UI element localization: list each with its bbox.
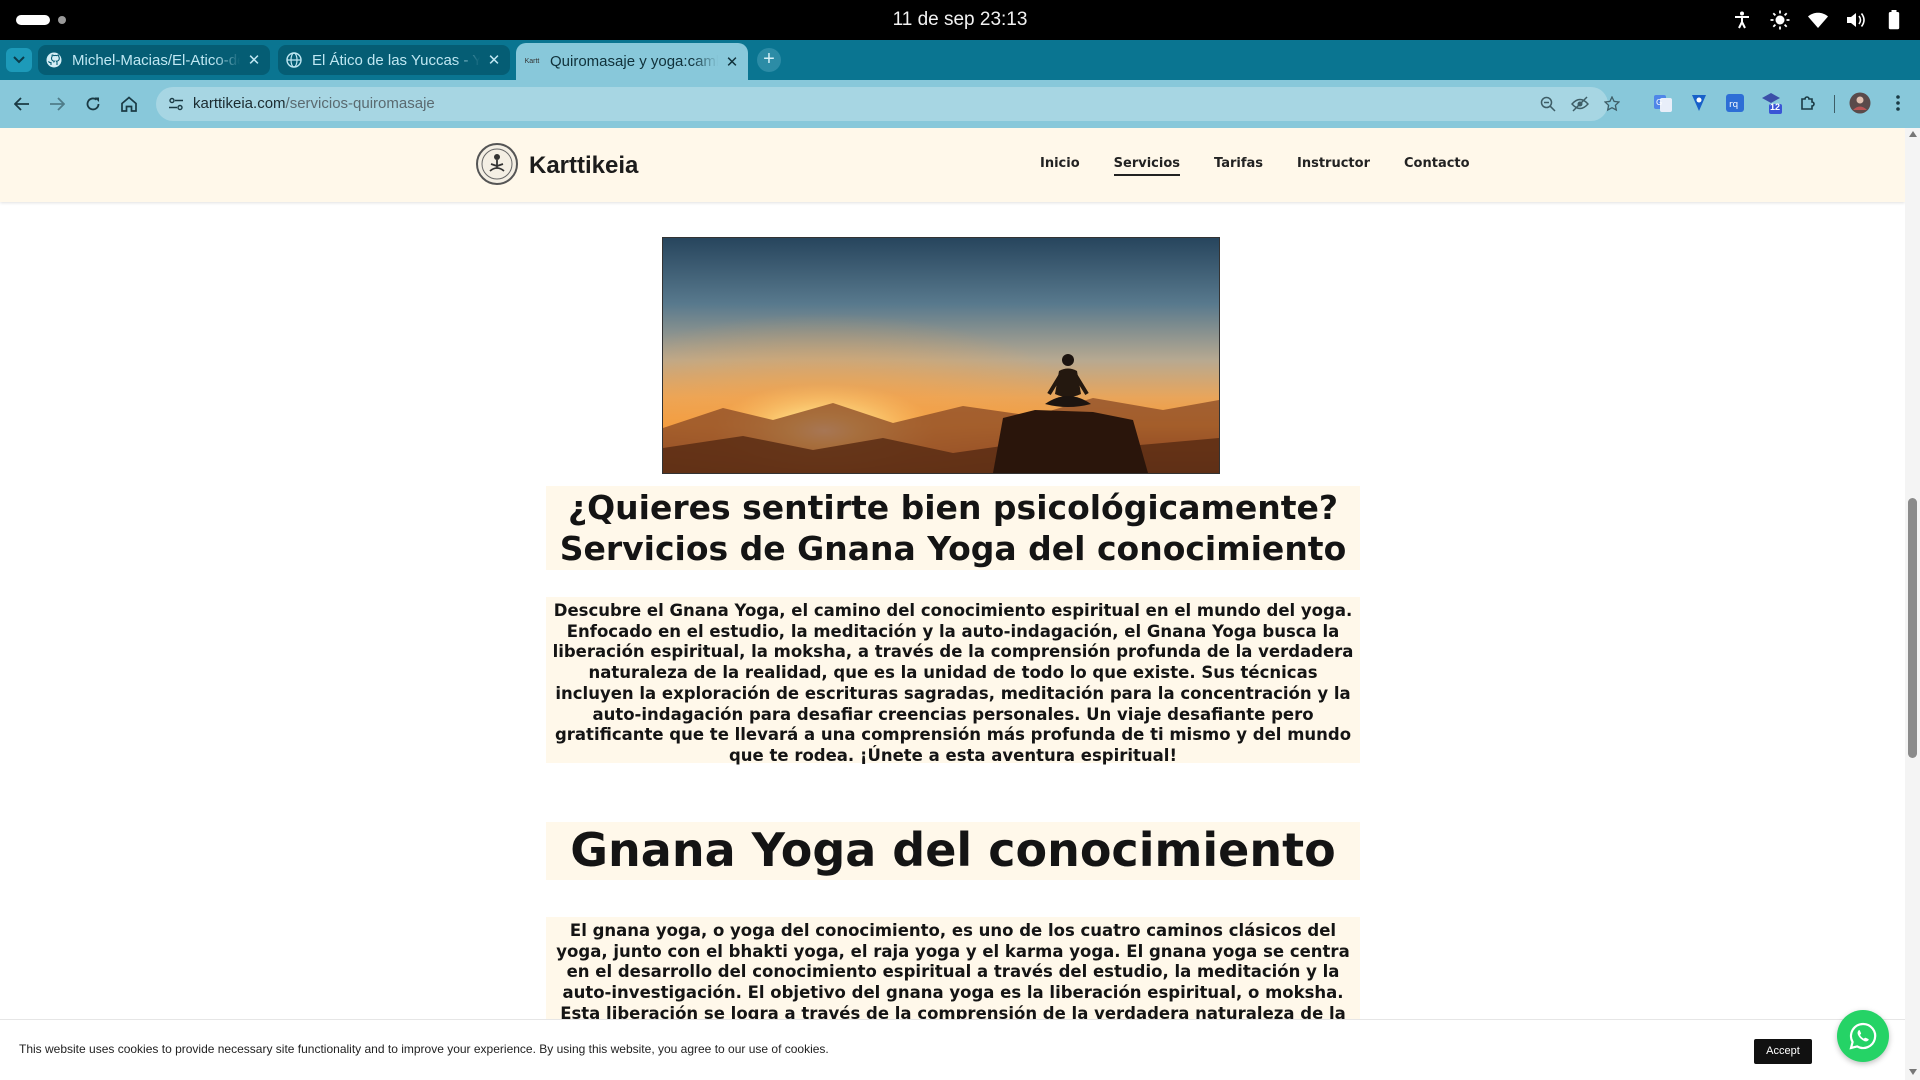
intro-paragraph: Descubre el Gnana Yoga, el camino del co… [546, 597, 1360, 765]
url-text[interactable]: karttikeia.com/servicios-quiromasaje [193, 95, 435, 112]
svg-text:rq: rq [1729, 100, 1738, 110]
bookmark-star-icon[interactable] [1602, 94, 1622, 114]
cookie-text: This website uses cookies to provide nec… [19, 1042, 829, 1056]
karttikeia-favicon: Kartt [524, 58, 540, 65]
github-icon [46, 52, 62, 68]
scrollbar-thumb[interactable] [1908, 498, 1917, 758]
nav-tarifas[interactable]: Tarifas [1214, 156, 1263, 176]
tab-title: Michel-Macias/El-Atico-de-las-Yuccas [72, 51, 240, 69]
svg-text:G: G [1656, 98, 1662, 107]
scroll-up-arrow-icon[interactable] [1909, 131, 1917, 137]
profile-avatar[interactable] [1849, 92, 1871, 114]
extension-with-badge-icon[interactable]: 12 [1760, 92, 1782, 114]
scroll-down-arrow-icon[interactable] [1909, 1069, 1917, 1075]
home-icon[interactable] [117, 92, 141, 116]
tab-title: El Ático de las Yuccas - Yoga [312, 51, 480, 69]
back-icon[interactable] [10, 92, 34, 116]
extensions-puzzle-icon[interactable] [1797, 92, 1819, 114]
site-header: Karttikeia Inicio Servicios Tarifas Inst… [0, 128, 1905, 202]
chrome-menu-icon[interactable] [1887, 92, 1909, 114]
tab-title: Quiromasaje y yoga:cambia tu vida [550, 53, 718, 70]
system-tray[interactable] [1730, 8, 1906, 32]
site-settings-icon[interactable] [166, 94, 186, 114]
services-heading: ¿Quieres sentirte bien psicológicamente?… [546, 486, 1360, 570]
globe-icon [286, 52, 302, 68]
wifi-icon[interactable] [1806, 8, 1830, 32]
volume-icon[interactable] [1844, 8, 1868, 32]
close-tab-icon[interactable]: ✕ [486, 51, 502, 69]
site-brand[interactable]: Karttikeia [529, 152, 638, 180]
tab-github[interactable]: Michel-Macias/El-Atico-de-las-Yuccas ✕ [38, 45, 270, 75]
url-path: /servicios-quiromasaje [285, 95, 435, 112]
extension-badge: 12 [1770, 102, 1781, 112]
close-tab-icon[interactable]: ✕ [246, 51, 262, 69]
page-scrollbar[interactable] [1905, 128, 1920, 1080]
clock[interactable]: 11 de sep 23:13 [0, 9, 1920, 31]
url-host: karttikeia.com [193, 95, 286, 112]
site-logo[interactable] [476, 143, 518, 185]
translate-extension-icon[interactable]: G [1652, 92, 1674, 114]
rq-extension-icon[interactable]: rq [1724, 92, 1746, 114]
zoom-icon[interactable] [1538, 94, 1558, 114]
main-nav: Inicio Servicios Tarifas Instructor Cont… [1040, 156, 1504, 176]
gnana-yoga-heading: Gnana Yoga del conocimiento [546, 822, 1360, 880]
tab-quiromasaje[interactable]: Kartt Quiromasaje y yoga:cambia tu vida … [516, 43, 748, 80]
nav-servicios[interactable]: Servicios [1113, 156, 1181, 176]
tab-strip: Michel-Macias/El-Atico-de-las-Yuccas ✕ E… [0, 40, 1920, 80]
os-top-bar: 11 de sep 23:13 [0, 0, 1920, 40]
battery-icon[interactable] [1882, 8, 1906, 32]
page-viewport: Karttikeia Inicio Servicios Tarifas Inst… [0, 128, 1920, 1080]
accept-cookies-button[interactable]: Accept [1754, 1039, 1812, 1064]
new-tab-button[interactable]: + [757, 48, 781, 72]
heading-line-2: Servicios de Gnana Yoga del conocimiento [559, 529, 1347, 568]
chevron-down-icon [13, 56, 25, 64]
cookie-banner: This website uses cookies to provide nec… [0, 1019, 1905, 1080]
nav-contacto[interactable]: Contacto [1404, 156, 1470, 176]
accessibility-icon[interactable] [1730, 8, 1754, 32]
browser-toolbar: karttikeia.com/servicios-quiromasaje G r… [0, 80, 1920, 128]
tab-atico-yuccas[interactable]: El Ático de las Yuccas - Yoga ✕ [278, 45, 510, 75]
tab-search-button[interactable] [6, 48, 32, 72]
forward-icon[interactable] [45, 92, 69, 116]
whatsapp-button[interactable] [1837, 1010, 1889, 1062]
address-bar[interactable]: karttikeia.com/servicios-quiromasaje [156, 87, 1620, 121]
heading-line-1: ¿Quieres sentirte bien psicológicamente? [567, 488, 1339, 527]
nav-inicio[interactable]: Inicio [1040, 156, 1080, 176]
close-tab-icon[interactable]: ✕ [724, 53, 740, 71]
whatsapp-icon [1849, 1022, 1877, 1050]
eye-off-icon[interactable] [1570, 94, 1590, 114]
meditation-hero-image [662, 237, 1220, 474]
pin-extension-icon[interactable] [1688, 92, 1710, 114]
toolbar-divider [1834, 95, 1835, 113]
reload-icon[interactable] [81, 92, 105, 116]
nav-instructor[interactable]: Instructor [1297, 156, 1370, 176]
brightness-icon[interactable] [1768, 8, 1792, 32]
